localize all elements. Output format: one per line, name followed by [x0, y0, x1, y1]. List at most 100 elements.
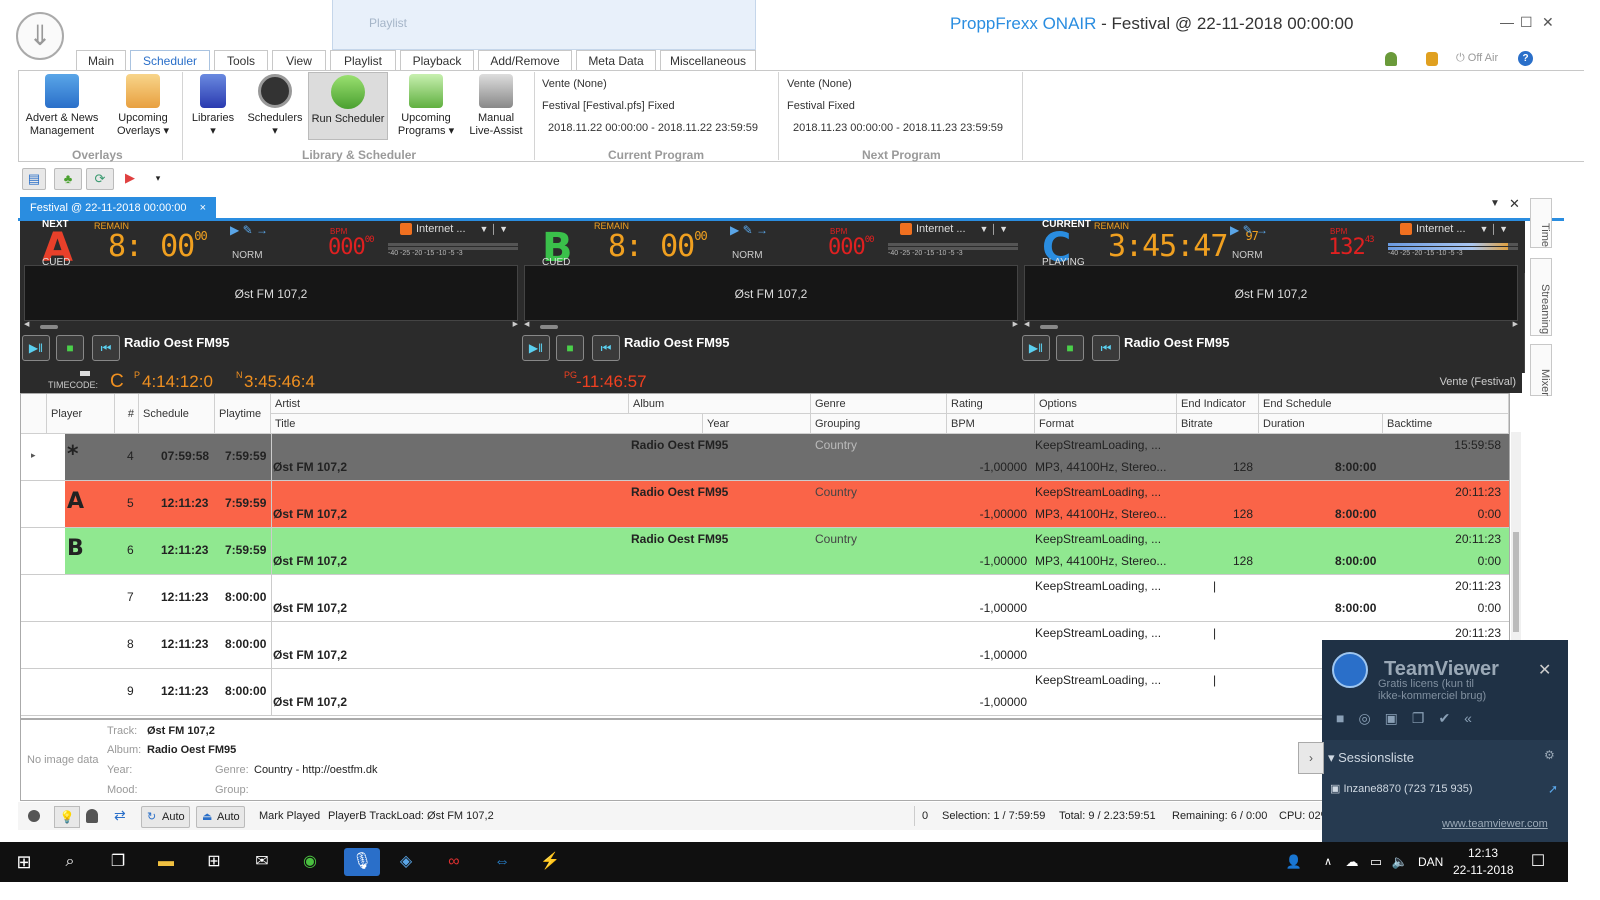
qat-dropdown-icon[interactable]: ▾ [146, 168, 170, 190]
clock-time[interactable]: 12:13 [1468, 846, 1498, 860]
rewind-button[interactable]: ⏮ [92, 335, 120, 361]
row-handle[interactable] [21, 669, 47, 715]
run-scheduler-button[interactable]: Run Scheduler [308, 72, 388, 140]
person-icon[interactable] [86, 809, 98, 823]
header-title[interactable]: Title [271, 414, 703, 434]
mail-icon[interactable]: ✉ [248, 848, 276, 876]
collapse-handle[interactable] [80, 371, 90, 376]
teamviewer-task-icon[interactable]: ⇔ [488, 848, 516, 876]
header-format[interactable]: Format [1035, 414, 1177, 434]
scroll-right-icon[interactable]: ▶ [1513, 320, 1518, 328]
teamviewer-expand-icon[interactable]: › [1298, 742, 1324, 774]
input-dropdown-icon[interactable]: ▼ │ ▼ [480, 224, 508, 234]
tab-view[interactable]: View [272, 50, 326, 71]
app-menu-button[interactable]: ⇓ [16, 12, 64, 60]
auto-button-1[interactable]: ↻ Auto [141, 806, 190, 828]
play-pause-button[interactable]: ▶‖ [22, 335, 50, 361]
player-cue-icons[interactable]: ▶ ✎ → [1230, 223, 1268, 237]
player-cue-icons[interactable]: ▶ ✎ → [230, 223, 268, 237]
tab-meta-data[interactable]: Meta Data [576, 50, 656, 71]
manual-live-assist-button[interactable]: Manual Live-Assist [464, 74, 528, 138]
scroll-right-icon[interactable]: ▶ [1013, 320, 1018, 328]
header-end-indicator[interactable]: End Indicator [1177, 394, 1259, 414]
session-pin-icon[interactable]: ➚ [1548, 782, 1558, 796]
advert-news-button[interactable]: Advert & News Management [22, 74, 102, 138]
header-year[interactable]: Year [703, 414, 811, 434]
pitch-mode[interactable]: NORM [1232, 250, 1263, 261]
tab-scheduler[interactable]: Scheduler [130, 50, 210, 71]
table-row[interactable]: 9 12:11:23 8:00:00 KeepStreamLoading, ..… [21, 669, 1509, 716]
waveform-scrollbar[interactable]: ◀ ▶ [24, 320, 518, 331]
grid-scroll-thumb[interactable] [1513, 532, 1519, 632]
shuffle-icon[interactable]: ⇄ [114, 807, 126, 824]
minimize-button[interactable]: — [1500, 14, 1514, 30]
lock-icon[interactable] [1426, 52, 1438, 66]
rewind-button[interactable]: ⏮ [1092, 335, 1120, 361]
auto-button-2[interactable]: ⏏ Auto [196, 806, 245, 828]
waveform-scrollbar[interactable]: ◀ ▶ [524, 320, 1018, 331]
header-genre[interactable]: Genre [811, 394, 947, 414]
start-icon[interactable]: ⊞ [10, 848, 38, 876]
explorer-icon[interactable]: ▬ [152, 848, 180, 876]
table-row[interactable]: A 5 12:11:23 7:59:59 Radio Oest FM95 Cou… [21, 481, 1509, 528]
doc-tab-festival[interactable]: Festival @ 22-11-2018 00:00:00 × [20, 197, 216, 220]
table-row[interactable]: 7 12:11:23 8:00:00 KeepStreamLoading, ..… [21, 575, 1509, 622]
notification-icon[interactable]: ☐ [1524, 848, 1552, 876]
search-icon[interactable]: ⌕ [56, 848, 84, 876]
scroll-thumb[interactable] [40, 325, 58, 329]
winamp-icon[interactable]: ⚡ [536, 848, 564, 876]
input-selector[interactable]: Internet ... ▼ │ ▼ [900, 223, 1020, 237]
table-row[interactable]: ▸ * 4 07:59:58 7:59:59 Radio Oest FM95 C… [21, 434, 1509, 481]
session-item[interactable]: ▣ Inzane8870 (723 715 935) [1330, 782, 1473, 795]
header-rating[interactable]: Rating [947, 394, 1035, 414]
proppfrexx-icon[interactable]: 🎙 [344, 848, 380, 876]
header-backtime[interactable]: Backtime [1383, 414, 1509, 434]
tag-app-icon[interactable]: ◈ [392, 848, 420, 876]
row-handle[interactable] [21, 622, 47, 668]
stop-button[interactable]: ■ [556, 335, 584, 361]
sessions-gear-icon[interactable]: ⚙ [1544, 748, 1555, 762]
header-player[interactable]: Player [47, 394, 115, 434]
scroll-left-icon[interactable]: ◀ [1024, 320, 1029, 328]
play-pause-button[interactable]: ▶‖ [1022, 335, 1050, 361]
tab-playlist[interactable]: Playlist [330, 50, 396, 71]
stop-button[interactable]: ■ [1056, 335, 1084, 361]
language-indicator[interactable]: DAN [1418, 855, 1443, 869]
refresh-icon[interactable]: ⟳ [86, 168, 114, 190]
upcoming-overlays-button[interactable]: Upcoming Overlays ▾ [106, 74, 180, 138]
upcoming-programs-button[interactable]: Upcoming Programs ▾ [392, 74, 460, 138]
input-dropdown-icon[interactable]: ▼ │ ▼ [980, 224, 1008, 234]
grid-scrollbar[interactable] [1511, 432, 1521, 642]
header-number[interactable]: # [115, 394, 139, 434]
save-icon[interactable]: ▤ [22, 168, 46, 190]
doc-tab-close-icon[interactable]: × [200, 197, 206, 220]
row-handle[interactable] [21, 575, 47, 621]
pitch-mode[interactable]: NORM [232, 250, 263, 261]
clock-date[interactable]: 22-11-2018 [1453, 863, 1514, 877]
waveform-scrollbar[interactable]: ◀ ▶ [1024, 320, 1518, 331]
row-handle[interactable]: ▸ [21, 434, 47, 480]
offair-status[interactable]: ⏻ Off Air [1456, 52, 1498, 65]
waveform-display[interactable]: Øst FM 107,2 [524, 265, 1018, 321]
media-icon[interactable]: ▶ [118, 168, 142, 190]
waveform-display[interactable]: Øst FM 107,2 [24, 265, 518, 321]
header-artist[interactable]: Artist [271, 394, 629, 414]
header-end-schedule[interactable]: End Schedule [1259, 394, 1509, 414]
record-icon[interactable] [28, 810, 40, 822]
teamviewer-close-icon[interactable]: ✕ [1538, 660, 1551, 680]
table-row[interactable]: B 6 12:11:23 7:59:59 Radio Oest FM95 Cou… [21, 528, 1509, 575]
maximize-button[interactable]: ☐ [1520, 14, 1533, 31]
tab-miscellaneous[interactable]: Miscellaneous [660, 50, 756, 71]
scroll-right-icon[interactable]: ▶ [513, 320, 518, 328]
row-handle[interactable] [21, 481, 47, 527]
header-bpm[interactable]: BPM [947, 414, 1035, 434]
teamviewer-link[interactable]: www.teamviewer.com [1442, 818, 1548, 830]
rewind-button[interactable]: ⏮ [592, 335, 620, 361]
rings-app-icon[interactable]: ∞ [440, 848, 468, 876]
libraries-button[interactable]: Libraries ▾ [184, 74, 242, 138]
pitch-mode[interactable]: NORM [732, 250, 763, 261]
scroll-left-icon[interactable]: ◀ [524, 320, 529, 328]
scheduler-icon[interactable]: ♣ [54, 168, 82, 190]
side-tab-time[interactable]: Time [1530, 198, 1552, 248]
input-dropdown-icon[interactable]: ▼ │ ▼ [1480, 224, 1508, 234]
